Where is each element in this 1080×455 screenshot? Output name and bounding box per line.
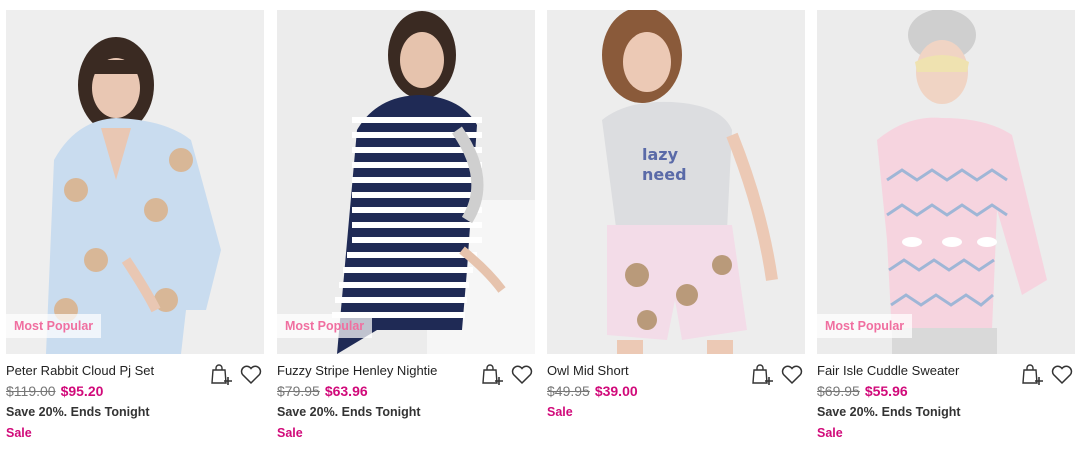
sale-price: $95.20 — [60, 383, 104, 399]
wishlist-button[interactable] — [779, 361, 805, 387]
product-image[interactable]: Most Popular — [277, 10, 535, 354]
shopping-bag-plus-icon — [1022, 364, 1043, 385]
product-grid: Most Popular Peter Rabbit Cloud Pj Set $… — [0, 0, 1080, 455]
product-prices: $49.95 $39.00 — [547, 383, 638, 399]
svg-text:need: need — [642, 165, 687, 184]
product-name[interactable]: Fair Isle Cuddle Sweater — [817, 363, 959, 378]
product-card: lazy need Owl Mid Short $49.95 $39.00 Sal… — [547, 10, 805, 450]
product-name[interactable]: Fuzzy Stripe Henley Nightie — [277, 363, 437, 378]
sale-price: $55.96 — [864, 383, 908, 399]
most-popular-badge: Most Popular — [277, 314, 373, 338]
product-prices: $79.95 $63.96 — [277, 383, 368, 399]
product-card: Most Popular Fair Isle Cuddle Sweater $6… — [817, 10, 1075, 450]
svg-text:lazy: lazy — [642, 145, 679, 164]
heart-outline-icon — [1051, 365, 1073, 385]
heart-outline-icon — [240, 365, 262, 385]
heart-outline-icon — [781, 365, 803, 385]
shopping-bag-plus-icon — [211, 364, 232, 385]
promo-text: Save 20%. Ends Tonight — [817, 405, 961, 419]
product-photo — [6, 10, 264, 354]
product-actions — [479, 361, 535, 387]
add-to-bag-button[interactable] — [1019, 361, 1045, 387]
most-popular-badge: Most Popular — [6, 314, 102, 338]
promo-text: Save 20%. Ends Tonight — [6, 405, 150, 419]
was-price: $79.95 — [277, 383, 320, 399]
product-prices: $69.95 $55.96 — [817, 383, 908, 399]
product-photo — [277, 10, 535, 354]
add-to-bag-button[interactable] — [208, 361, 234, 387]
product-name[interactable]: Owl Mid Short — [547, 363, 629, 378]
product-image[interactable]: Most Popular — [817, 10, 1075, 354]
sale-label: Sale — [817, 426, 843, 440]
wishlist-button[interactable] — [238, 361, 264, 387]
product-actions — [1019, 361, 1075, 387]
promo-text: Save 20%. Ends Tonight — [277, 405, 421, 419]
sale-label: Sale — [277, 426, 303, 440]
sale-price: $39.00 — [594, 383, 638, 399]
add-to-bag-button[interactable] — [479, 361, 505, 387]
product-name[interactable]: Peter Rabbit Cloud Pj Set — [6, 363, 154, 378]
product-prices: $119.00 $95.20 — [6, 383, 103, 399]
sale-label: Sale — [547, 405, 573, 419]
add-to-bag-button[interactable] — [749, 361, 775, 387]
product-card: Most Popular Peter Rabbit Cloud Pj Set $… — [6, 10, 264, 450]
product-actions — [208, 361, 264, 387]
was-price: $119.00 — [6, 383, 56, 399]
shopping-bag-plus-icon — [482, 364, 503, 385]
most-popular-badge: Most Popular — [817, 314, 913, 338]
product-image[interactable]: lazy need — [547, 10, 805, 354]
heart-outline-icon — [511, 365, 533, 385]
sale-price: $63.96 — [324, 383, 368, 399]
product-photo — [817, 10, 1075, 354]
shopping-bag-plus-icon — [752, 364, 773, 385]
product-photo: lazy need — [547, 10, 805, 354]
was-price: $49.95 — [547, 383, 590, 399]
wishlist-button[interactable] — [509, 361, 535, 387]
product-actions — [749, 361, 805, 387]
sale-label: Sale — [6, 426, 32, 440]
wishlist-button[interactable] — [1049, 361, 1075, 387]
was-price: $69.95 — [817, 383, 860, 399]
product-image[interactable]: Most Popular — [6, 10, 264, 354]
product-card: Most Popular Fuzzy Stripe Henley Nightie… — [277, 10, 535, 450]
